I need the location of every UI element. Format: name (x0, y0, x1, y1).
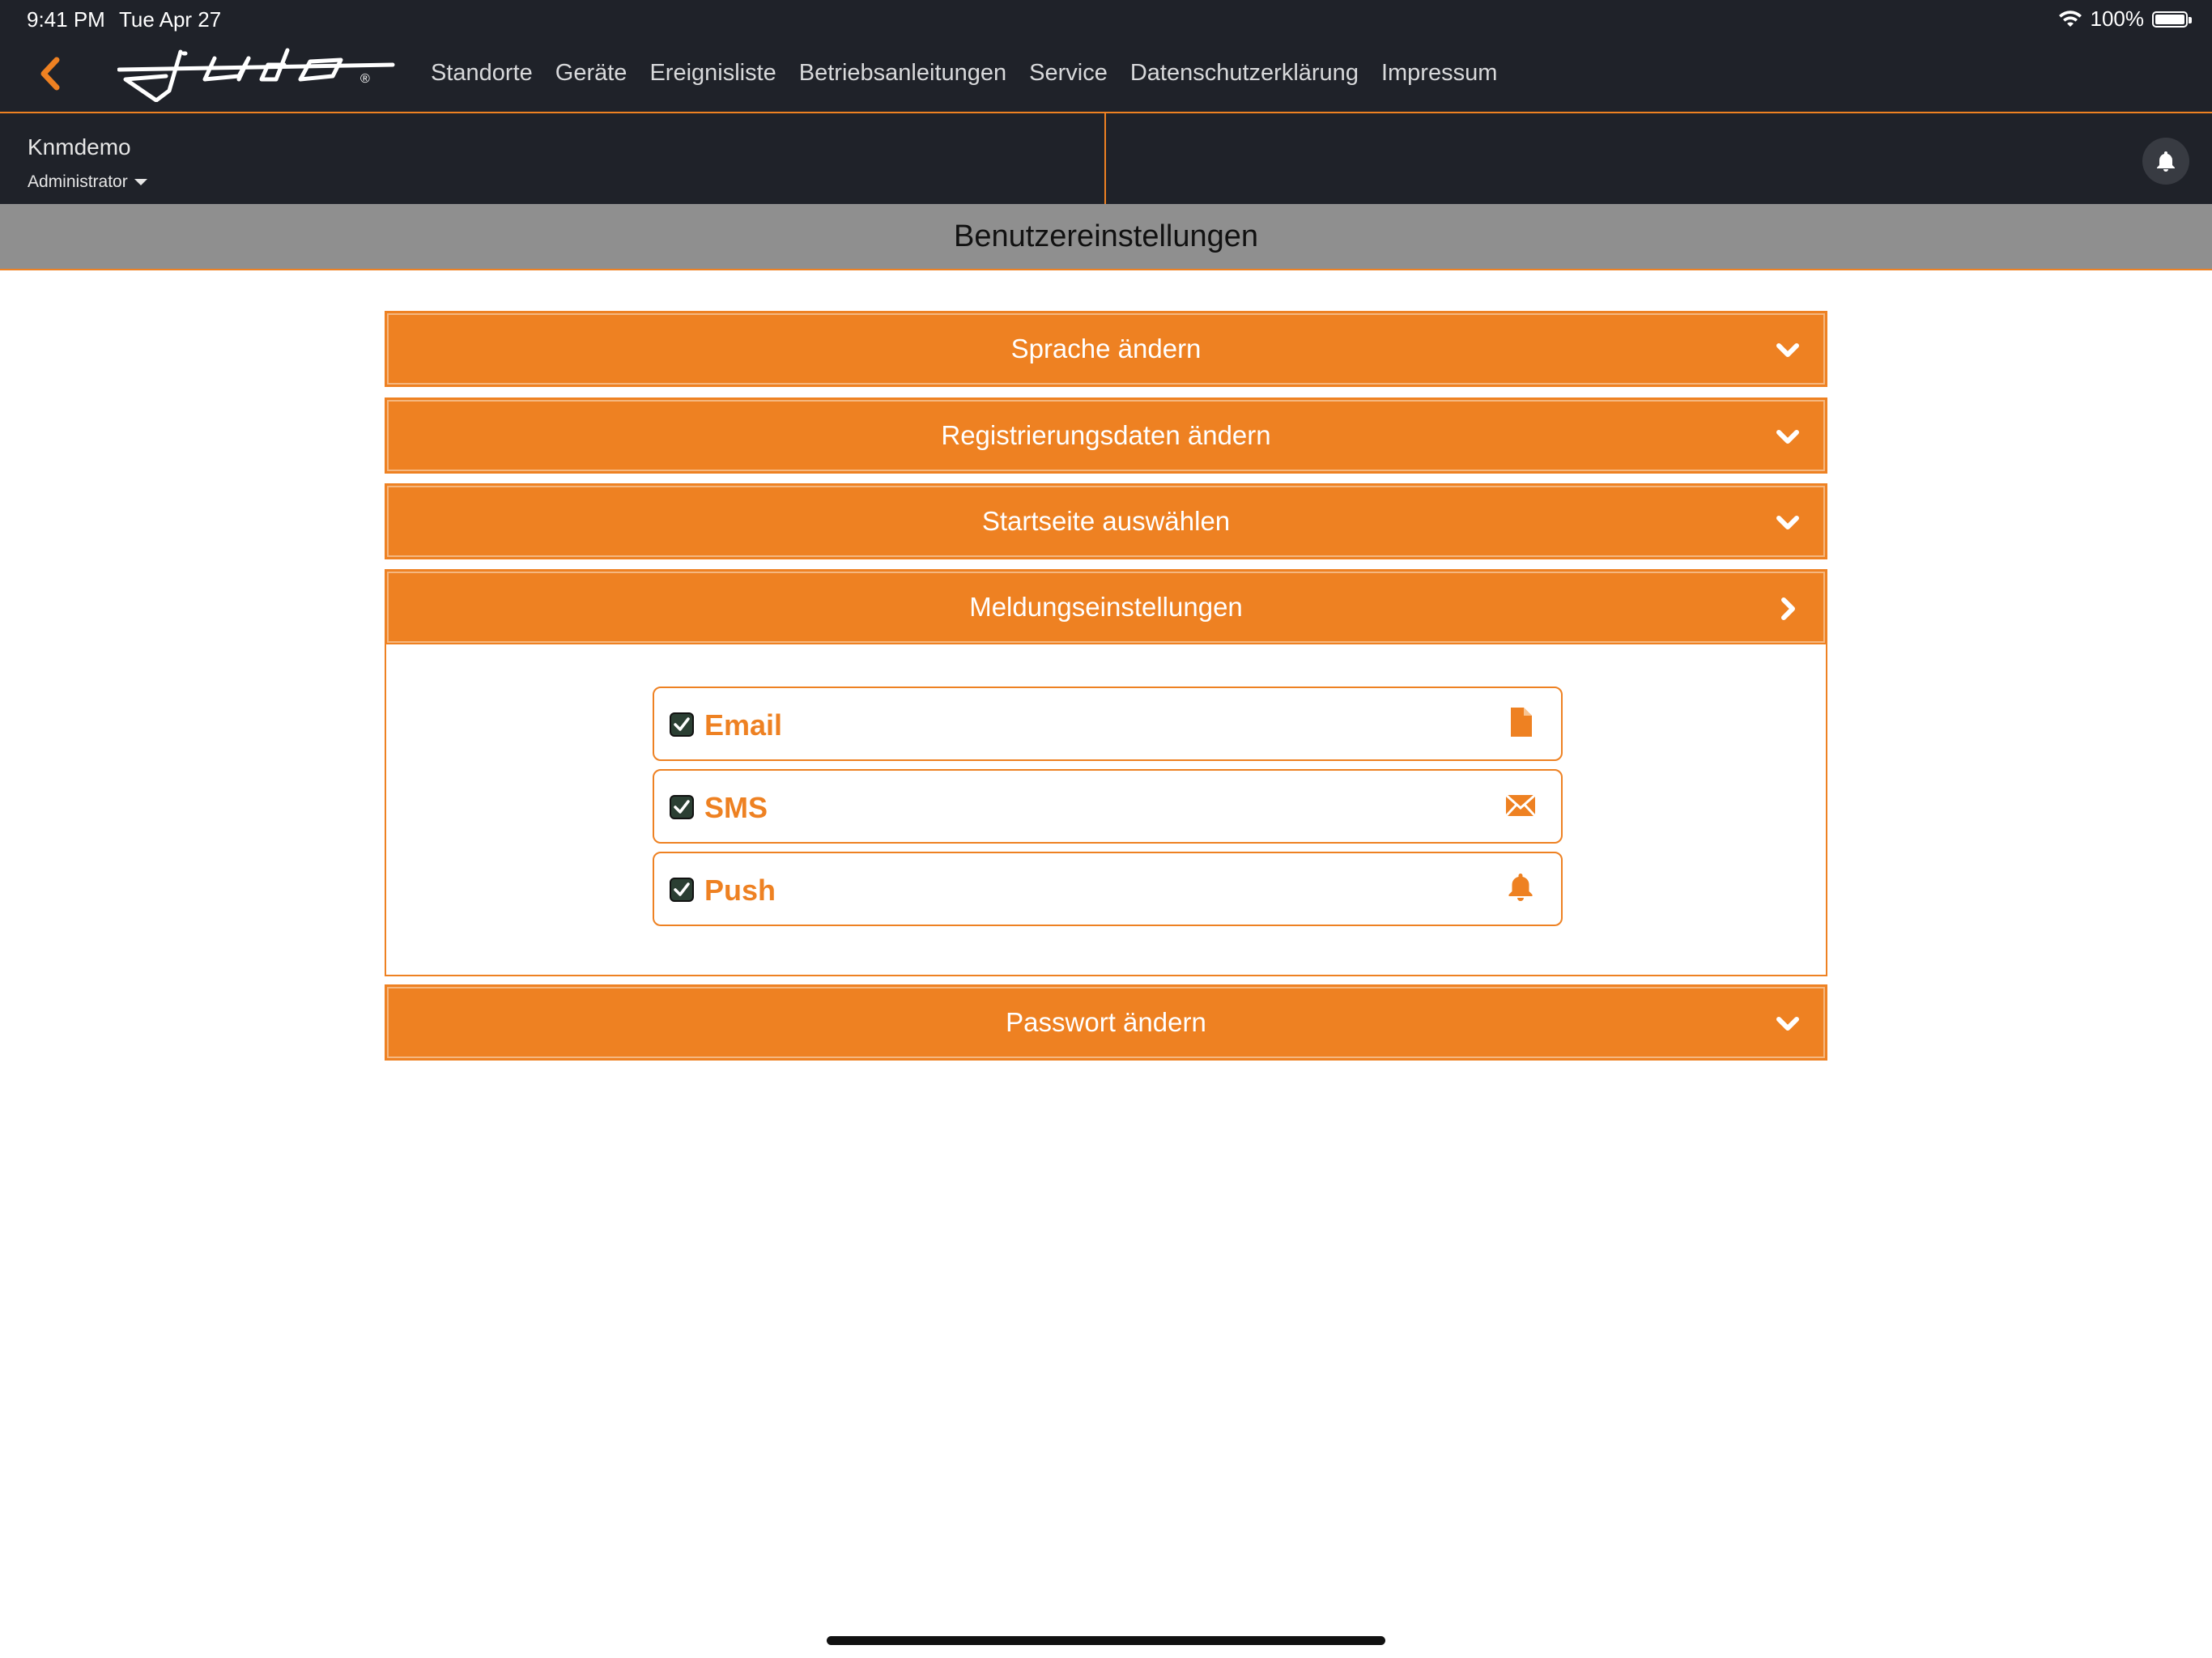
channel-push[interactable]: Push (653, 852, 1563, 926)
status-right: 100% (2058, 6, 2192, 32)
section-meldungseinstellungen[interactable]: Meldungseinstellungen (385, 569, 1827, 645)
chevron-down-icon (1776, 1017, 1799, 1031)
section-passwort-aendern[interactable]: Passwort ändern (385, 984, 1827, 1061)
wifi-icon (2058, 10, 2082, 27)
chevron-right-icon (1781, 597, 1795, 620)
top-navbar: ® Standorte Geräte Ereignisliste Betrieb… (0, 37, 2212, 113)
svg-text:®: ® (360, 72, 370, 86)
user-name: Knmdemo (28, 134, 131, 159)
document-icon (1511, 708, 1532, 737)
main-nav: Standorte Geräte Ereignisliste Betriebsa… (431, 60, 1497, 87)
chevron-down-icon (1776, 430, 1799, 444)
nav-link-standorte[interactable]: Standorte (431, 60, 533, 87)
chevron-down-icon (1776, 343, 1799, 357)
channel-sms[interactable]: SMS (653, 769, 1563, 844)
section-label: Passwort ändern (1006, 1007, 1206, 1037)
status-time: 9:41 PM (27, 7, 105, 32)
user-bar: Knmdemo Administrator (0, 113, 2212, 204)
nav-link-betriebsanleitungen[interactable]: Betriebsanleitungen (799, 60, 1006, 87)
envelope-icon (1504, 793, 1537, 818)
section-label: Registrierungsdaten ändern (941, 420, 1271, 450)
bell-icon (1508, 874, 1533, 901)
section-startseite[interactable]: Startseite auswählen (385, 483, 1827, 559)
checkbox-checked[interactable] (669, 794, 695, 820)
userbar-divider (1104, 113, 1106, 204)
bell-icon (2157, 151, 2175, 172)
status-bar: 9:41 PM Tue Apr 27 100% (0, 0, 2212, 37)
section-label: Startseite auswählen (981, 506, 1231, 536)
home-indicator (827, 1636, 1385, 1645)
page-title-bar: Benutzereinstellungen (0, 204, 2212, 270)
nav-link-ereignisliste[interactable]: Ereignisliste (649, 60, 776, 87)
channel-label: SMS (704, 791, 768, 824)
nav-link-datenschutz[interactable]: Datenschutzerklärung (1130, 60, 1359, 87)
battery-percent: 100% (2090, 6, 2145, 31)
channel-label: Email (704, 708, 783, 742)
checkbox-checked[interactable] (669, 712, 695, 738)
judo-logo: ® (117, 48, 395, 102)
chevron-left-icon[interactable] (34, 53, 66, 94)
nav-link-impressum[interactable]: Impressum (1381, 60, 1497, 87)
channel-email[interactable]: Email (653, 687, 1563, 761)
page-title: Benutzereinstellungen (953, 219, 1259, 253)
battery-icon (2152, 11, 2192, 28)
status-date: Tue Apr 27 (119, 7, 222, 32)
user-role-label: Administrator (28, 172, 128, 191)
checkbox-checked[interactable] (669, 877, 695, 903)
notifications-button[interactable] (2142, 138, 2189, 185)
section-sprache-aendern[interactable]: Sprache ändern (385, 311, 1827, 387)
chevron-down-icon (1776, 516, 1799, 529)
nav-link-geraete[interactable]: Geräte (555, 60, 627, 87)
user-role-dropdown[interactable]: Administrator (28, 172, 147, 192)
section-label: Meldungseinstellungen (969, 592, 1243, 622)
channel-label: Push (704, 874, 776, 907)
section-label: Sprache ändern (1010, 334, 1202, 363)
section-registrierungsdaten[interactable]: Registrierungsdaten ändern (385, 397, 1827, 474)
nav-link-service[interactable]: Service (1029, 60, 1108, 87)
meldungseinstellungen-panel: Email SMS Push (385, 644, 1827, 976)
caret-down-icon (134, 179, 147, 185)
